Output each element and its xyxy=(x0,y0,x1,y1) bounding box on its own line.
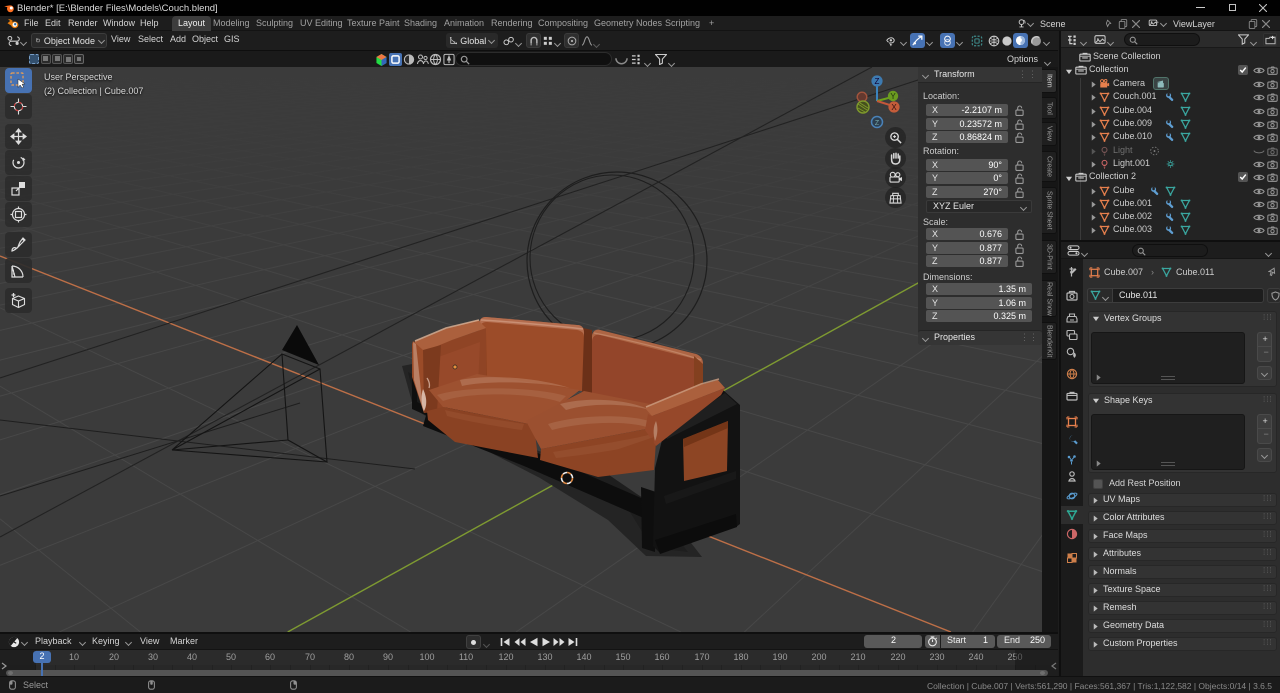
svg-text:X: X xyxy=(891,103,897,112)
svg-text:Y: Y xyxy=(890,92,896,101)
svg-text:Z: Z xyxy=(875,77,880,86)
svg-text:Z: Z xyxy=(875,120,880,127)
